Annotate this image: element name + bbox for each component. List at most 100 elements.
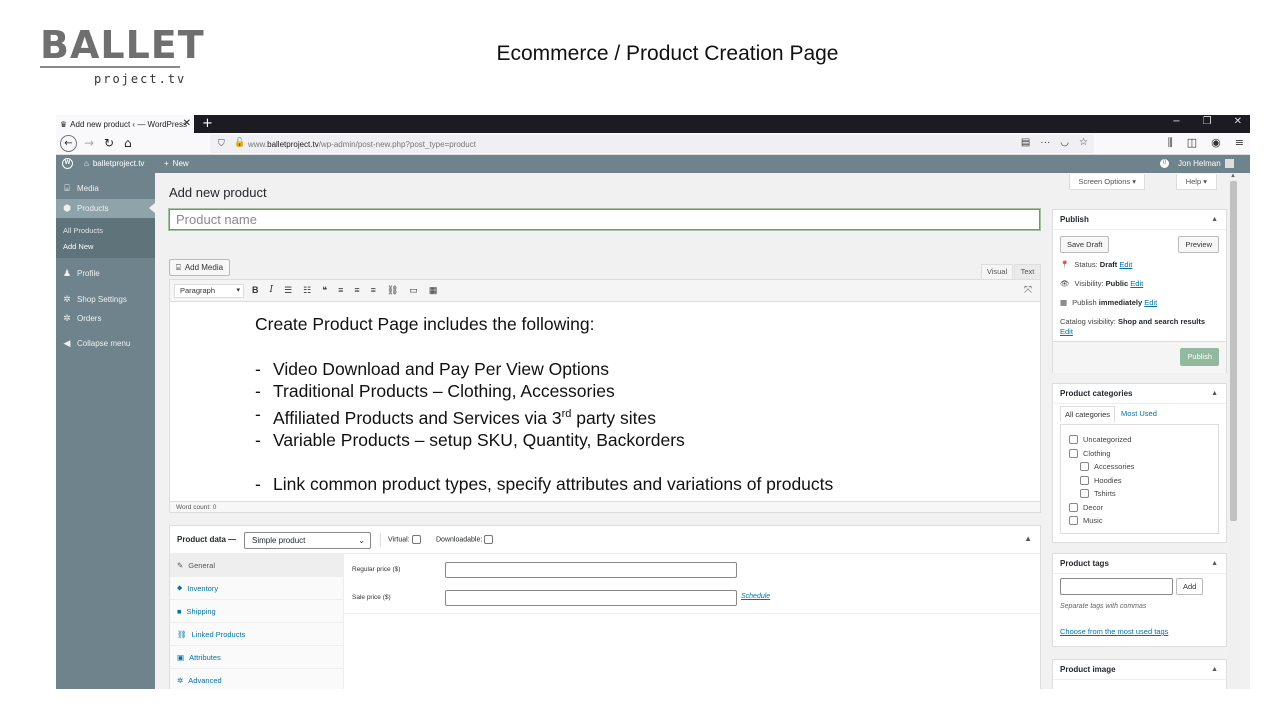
preview-button[interactable]: Preview bbox=[1178, 236, 1219, 253]
tab-shipping[interactable]: ■ Shipping bbox=[170, 600, 343, 623]
sidebar-item-shop-settings[interactable]: ✲ Shop Settings bbox=[62, 294, 127, 305]
admin-bar-site[interactable]: ⌂ balletproject.tv bbox=[84, 159, 144, 168]
tab-attributes[interactable]: ▣ Attributes bbox=[170, 646, 343, 669]
align-right-icon[interactable]: ≡ bbox=[371, 285, 376, 296]
product-name-input[interactable]: Product name bbox=[169, 209, 1040, 230]
wp-admin-sidebar: ⌸ Media ⬢ Products All Products Add New … bbox=[56, 173, 155, 689]
editor-list-item: - Video Download and Pay Per View Options bbox=[255, 358, 609, 379]
insecure-lock-icon[interactable]: 🔓 bbox=[234, 137, 245, 148]
tracking-shield-icon[interactable]: ⛉ bbox=[218, 138, 225, 149]
help-button[interactable]: Help ▾ bbox=[1175, 174, 1217, 190]
category-checkbox[interactable]: Uncategorized bbox=[1069, 435, 1131, 444]
screen-options-button[interactable]: Screen Options ▾ bbox=[1069, 174, 1145, 190]
align-left-icon[interactable]: ≡ bbox=[338, 285, 343, 296]
back-arrow-icon[interactable]: ← bbox=[60, 135, 77, 152]
tab-linked-products[interactable]: ⛓ Linked Products bbox=[170, 623, 343, 646]
downloadable-checkbox[interactable]: Downloadable: bbox=[436, 535, 494, 544]
sidebar-item-profile[interactable]: ♟ Profile bbox=[62, 268, 100, 279]
choose-most-used-tags-link[interactable]: Choose from the most used tags bbox=[1060, 627, 1168, 636]
forward-arrow-icon[interactable]: → bbox=[84, 136, 94, 150]
category-checkbox[interactable]: Hoodies bbox=[1080, 476, 1122, 485]
minimize-icon[interactable]: − bbox=[1172, 116, 1180, 127]
numbered-list-icon[interactable]: ☷ bbox=[303, 285, 311, 296]
collapse-toggle-icon[interactable]: ▲ bbox=[1211, 210, 1218, 230]
tab-text[interactable]: Text bbox=[1014, 264, 1041, 279]
sidebar-icon[interactable]: ◫ bbox=[1187, 136, 1197, 150]
tab-all-categories[interactable]: All categories bbox=[1060, 406, 1116, 423]
sidebar-item-orders[interactable]: ✲ Orders bbox=[62, 313, 101, 324]
url-actions: ▤ ··· ◡ ☆ bbox=[1021, 137, 1088, 148]
blockquote-icon[interactable]: ❝ bbox=[322, 285, 327, 296]
tab-visual[interactable]: Visual bbox=[981, 264, 1013, 279]
collapse-toggle-icon[interactable]: ▲ bbox=[1211, 660, 1218, 680]
sale-price-input[interactable] bbox=[445, 590, 737, 606]
product-image-box: Product image ▲ bbox=[1052, 659, 1227, 689]
product-type-select[interactable]: Simple product ⌄ bbox=[244, 532, 371, 549]
collapse-arrow-icon: ◀ bbox=[63, 338, 71, 348]
reader-view-icon[interactable]: ▤ bbox=[1021, 137, 1030, 148]
publish-button[interactable]: Publish bbox=[1180, 348, 1219, 366]
toolbar-toggle-icon[interactable]: ▦ bbox=[429, 285, 438, 296]
publish-footer: Publish bbox=[1053, 341, 1226, 373]
tab-close-icon[interactable]: ✕ bbox=[183, 118, 191, 129]
schedule-link[interactable]: Schedule bbox=[741, 593, 770, 600]
save-draft-button[interactable]: Save Draft bbox=[1060, 236, 1110, 253]
account-icon[interactable]: ◉ bbox=[1211, 136, 1221, 150]
format-select[interactable]: Paragraph ▾ bbox=[174, 284, 244, 298]
hamburger-menu-icon[interactable]: ≡ bbox=[1235, 136, 1244, 150]
link-icon[interactable]: ⛓ bbox=[387, 285, 398, 296]
wordpress-logo-icon[interactable]: W bbox=[62, 158, 73, 169]
admin-bar-user[interactable]: Jon Helman bbox=[1178, 159, 1234, 168]
align-center-icon[interactable]: ≡ bbox=[354, 285, 359, 296]
sidebar-item-products[interactable]: ⬢ Products bbox=[56, 199, 155, 218]
edit-date-link[interactable]: Edit bbox=[1144, 298, 1157, 307]
browser-tab[interactable]: ♛ Add new product ‹ — WordPress ✕ bbox=[56, 115, 194, 133]
regular-price-input[interactable] bbox=[445, 562, 737, 578]
admin-bar-new[interactable]: + New bbox=[164, 159, 189, 168]
tab-advanced[interactable]: ✲ Advanced bbox=[170, 669, 343, 689]
truck-icon: ■ bbox=[177, 606, 182, 616]
category-checkbox[interactable]: Accessories bbox=[1080, 462, 1134, 471]
content-editor[interactable]: Paragraph ▾ B I ☰ ☷ ❝ ≡ ≡ ≡ ⛓ ▭ ▦ ⤧ Crea… bbox=[169, 279, 1041, 512]
tab-general[interactable]: ✎ General bbox=[170, 554, 343, 577]
edit-catalog-link[interactable]: Edit bbox=[1060, 327, 1073, 336]
sidebar-item-all-products[interactable]: All Products bbox=[63, 226, 103, 235]
add-media-button[interactable]: ⌸ Add Media bbox=[169, 259, 231, 276]
category-checkbox[interactable]: Decor bbox=[1069, 503, 1103, 512]
collapse-toggle-icon[interactable]: ▲ bbox=[1211, 384, 1218, 404]
tag-input[interactable] bbox=[1060, 578, 1173, 595]
category-checkbox[interactable]: Clothing bbox=[1069, 449, 1111, 458]
collapse-toggle-icon[interactable]: ▲ bbox=[1024, 534, 1032, 543]
close-window-icon[interactable]: ✕ bbox=[1234, 116, 1242, 127]
fullscreen-icon[interactable]: ⤧ bbox=[1024, 285, 1032, 296]
category-checkbox[interactable]: Tshirts bbox=[1080, 489, 1116, 498]
restore-icon[interactable]: ❐ bbox=[1203, 116, 1212, 127]
page-actions-icon[interactable]: ··· bbox=[1040, 137, 1050, 148]
url-bar[interactable]: ⛉ 🔓 www.balletproject.tv/wp-admin/post-n… bbox=[210, 135, 1094, 153]
bullet-list-icon[interactable]: ☰ bbox=[284, 285, 292, 296]
add-tag-button[interactable]: Add bbox=[1176, 578, 1204, 595]
collapse-toggle-icon[interactable]: ▲ bbox=[1211, 554, 1218, 574]
notification-count[interactable]: 0 bbox=[1160, 159, 1169, 168]
bookmark-star-icon[interactable]: ☆ bbox=[1079, 137, 1088, 148]
sidebar-item-media[interactable]: ⌸ Media bbox=[62, 183, 99, 194]
category-checkbox[interactable]: Music bbox=[1069, 516, 1103, 525]
library-icon[interactable]: ⫼ bbox=[1168, 136, 1173, 150]
bold-icon[interactable]: B bbox=[252, 285, 259, 296]
pocket-icon[interactable]: ◡ bbox=[1060, 137, 1069, 148]
tab-most-used[interactable]: Most Used bbox=[1115, 406, 1163, 423]
reload-icon[interactable]: ↻ bbox=[104, 136, 114, 150]
virtual-checkbox[interactable]: Virtual: bbox=[388, 535, 421, 544]
sidebar-collapse-menu[interactable]: ◀ Collapse menu bbox=[62, 338, 131, 349]
edit-status-link[interactable]: Edit bbox=[1119, 260, 1132, 269]
home-icon[interactable]: ⌂ bbox=[124, 136, 132, 150]
scrollbar-thumb[interactable] bbox=[1230, 181, 1237, 521]
edit-visibility-link[interactable]: Edit bbox=[1130, 279, 1143, 288]
new-tab-button[interactable]: + bbox=[202, 116, 213, 131]
sidebar-item-add-new[interactable]: Add New bbox=[63, 242, 93, 251]
italic-icon[interactable]: I bbox=[270, 285, 274, 296]
page-scrollbar[interactable]: ▲ bbox=[1228, 173, 1239, 689]
scroll-up-arrow-icon[interactable]: ▲ bbox=[1230, 173, 1236, 179]
tab-inventory[interactable]: ⬥ Inventory bbox=[170, 577, 343, 600]
read-more-icon[interactable]: ▭ bbox=[409, 285, 418, 296]
